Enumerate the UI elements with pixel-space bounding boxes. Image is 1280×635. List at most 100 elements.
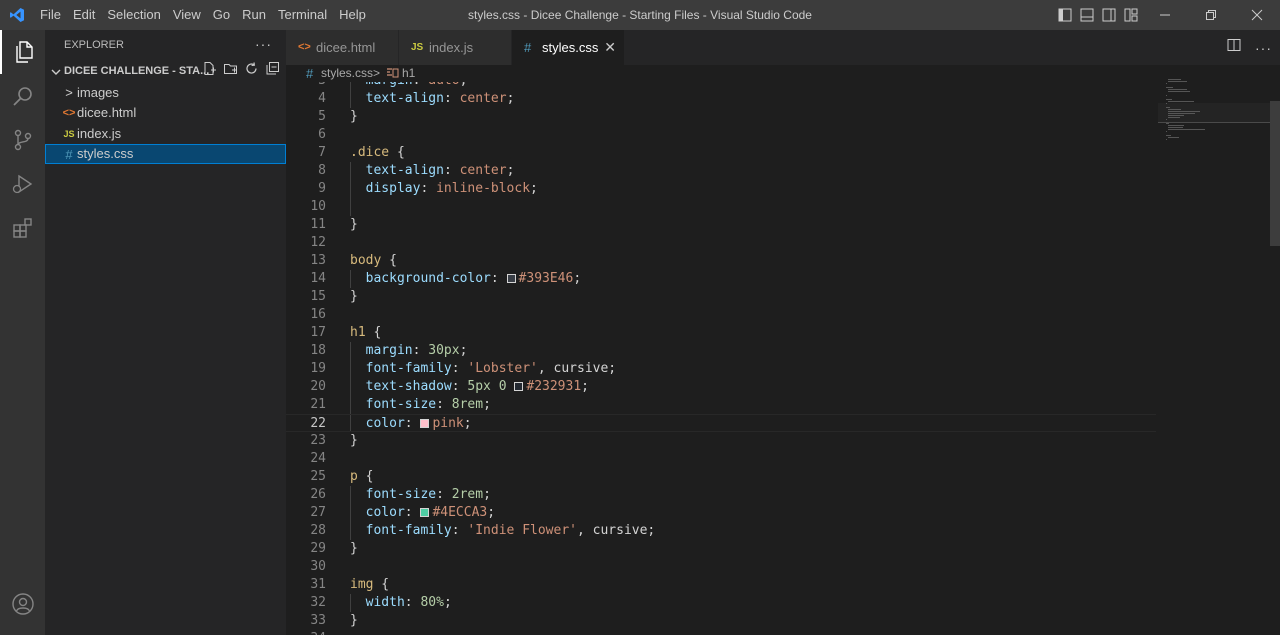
- code-line[interactable]: 30: [286, 558, 1156, 576]
- minimap-line: [1168, 91, 1190, 92]
- code-text: }: [350, 216, 358, 234]
- code-line[interactable]: 18 margin: 30px;: [286, 342, 1156, 360]
- menu-file[interactable]: File: [34, 0, 67, 30]
- minimize-icon[interactable]: [1142, 0, 1188, 30]
- code-line[interactable]: 28 font-family: 'Indie Flower', cursive;: [286, 522, 1156, 540]
- code-line[interactable]: 21 font-size: 8rem;: [286, 396, 1156, 414]
- menu-terminal[interactable]: Terminal: [272, 0, 333, 30]
- code-line[interactable]: 16: [286, 306, 1156, 324]
- code-line[interactable]: 10: [286, 198, 1156, 216]
- line-number: 8: [318, 163, 326, 178]
- color-swatch[interactable]: [506, 274, 516, 283]
- code-line[interactable]: 17 h1 {: [286, 324, 1156, 342]
- accounts-icon[interactable]: [0, 582, 45, 626]
- close-window-icon[interactable]: [1234, 0, 1280, 30]
- minimap-line: [1168, 127, 1183, 128]
- code-line[interactable]: 12: [286, 234, 1156, 252]
- code-line[interactable]: 34: [286, 630, 1156, 635]
- color-swatch[interactable]: [420, 419, 430, 428]
- tree-item-index-js[interactable]: JS index.js: [45, 124, 286, 144]
- code-line[interactable]: 32 width: 80%;: [286, 594, 1156, 612]
- tab-dicee-html[interactable]: <> dicee.html: [286, 30, 399, 65]
- code-line[interactable]: 27 color: #4ECCA3;: [286, 504, 1156, 522]
- breadcrumb-symbol[interactable]: h1: [402, 65, 415, 82]
- tree-item-styles-css[interactable]: # styles.css: [45, 144, 286, 164]
- code-line[interactable]: 13 body {: [286, 252, 1156, 270]
- color-swatch[interactable]: [420, 508, 430, 517]
- code-line[interactable]: 24: [286, 450, 1156, 468]
- tab-styles-css[interactable]: # styles.css ✕: [512, 30, 625, 65]
- code-line[interactable]: 4 text-align: center;: [286, 90, 1156, 108]
- collapse-all-icon[interactable]: [265, 61, 280, 81]
- tree-item-dicee-html[interactable]: <> dicee.html: [45, 103, 286, 123]
- code-line[interactable]: 25 p {: [286, 468, 1156, 486]
- customize-layout-icon[interactable]: [1120, 0, 1142, 30]
- new-folder-icon[interactable]: [223, 61, 238, 81]
- code-line[interactable]: 7 .dice {: [286, 144, 1156, 162]
- search-icon[interactable]: [0, 74, 45, 118]
- menu-run[interactable]: Run: [236, 0, 272, 30]
- source-control-icon[interactable]: [0, 118, 45, 162]
- code-line[interactable]: 8 text-align: center;: [286, 162, 1156, 180]
- restore-icon[interactable]: [1188, 0, 1234, 30]
- more-actions-icon[interactable]: ···: [1255, 40, 1272, 56]
- extensions-icon[interactable]: [0, 206, 45, 250]
- menu-selection[interactable]: Selection: [101, 0, 166, 30]
- menu-go[interactable]: Go: [207, 0, 236, 30]
- code-editor[interactable]: 3 margin: auto;4 text-align: center;5}67…: [286, 82, 1156, 635]
- code-line[interactable]: 31 img {: [286, 576, 1156, 594]
- code-token: p: [350, 469, 358, 484]
- code-line[interactable]: 6: [286, 126, 1156, 144]
- toggle-secondary-sidebar-icon[interactable]: [1098, 0, 1120, 30]
- minimap-line: [1168, 79, 1181, 80]
- tab-index-js[interactable]: JS index.js: [399, 30, 512, 65]
- tree-item-images[interactable]: > images: [45, 83, 286, 103]
- breadcrumb-file[interactable]: styles.css: [321, 65, 373, 82]
- code-token: margin: [365, 343, 413, 358]
- menu-help[interactable]: Help: [333, 0, 372, 30]
- code-line[interactable]: 23}: [286, 432, 1156, 450]
- code-line[interactable]: 20 text-shadow: 5px 0 #232931;: [286, 378, 1156, 396]
- code-token: ;: [581, 379, 589, 394]
- minimap[interactable]: [1158, 65, 1270, 635]
- code-line[interactable]: 22 color: pink;: [286, 414, 1156, 432]
- more-actions-icon[interactable]: ···: [255, 30, 272, 58]
- menu-edit[interactable]: Edit: [67, 0, 101, 30]
- code-line[interactable]: 9 display: inline-block;: [286, 180, 1156, 198]
- code-line[interactable]: 14 background-color: #393E46;: [286, 270, 1156, 288]
- scrollbar-thumb[interactable]: [1270, 101, 1280, 246]
- line-number: 29: [310, 541, 326, 556]
- explorer-icon[interactable]: [0, 30, 45, 74]
- code-line[interactable]: 5}: [286, 108, 1156, 126]
- code-line[interactable]: 26 font-size: 2rem;: [286, 486, 1156, 504]
- new-file-icon[interactable]: [202, 61, 217, 81]
- line-number: 32: [310, 595, 326, 610]
- code-line[interactable]: 33}: [286, 612, 1156, 630]
- code-line[interactable]: 11}: [286, 216, 1156, 234]
- refresh-icon[interactable]: [244, 61, 259, 81]
- split-editor-icon[interactable]: [1227, 38, 1241, 57]
- toggle-panel-icon[interactable]: [1076, 0, 1098, 30]
- color-swatch[interactable]: [514, 382, 524, 391]
- menu-bar: File Edit Selection View Go Run Terminal Help: [34, 0, 372, 30]
- run-debug-icon[interactable]: [0, 162, 45, 206]
- code-line[interactable]: 15}: [286, 288, 1156, 306]
- workspace-folder[interactable]: DICEE CHALLENGE - STA...: [45, 60, 286, 82]
- editor-scrollbar[interactable]: [1270, 65, 1280, 635]
- code-line[interactable]: 3 margin: auto;: [286, 82, 1156, 90]
- code-line[interactable]: 29}: [286, 540, 1156, 558]
- minimap-line: [1166, 119, 1167, 120]
- line-number: 25: [310, 469, 326, 484]
- toggle-primary-sidebar-icon[interactable]: [1054, 0, 1076, 30]
- code-token: font-family: [365, 361, 452, 376]
- menu-view[interactable]: View: [167, 0, 207, 30]
- code-text: }: [350, 612, 358, 630]
- close-tab-icon[interactable]: ✕: [604, 30, 616, 65]
- code-token: ;: [487, 505, 496, 520]
- code-line[interactable]: 19 font-family: 'Lobster', cursive;: [286, 360, 1156, 378]
- code-text: text-align: center;: [350, 162, 515, 180]
